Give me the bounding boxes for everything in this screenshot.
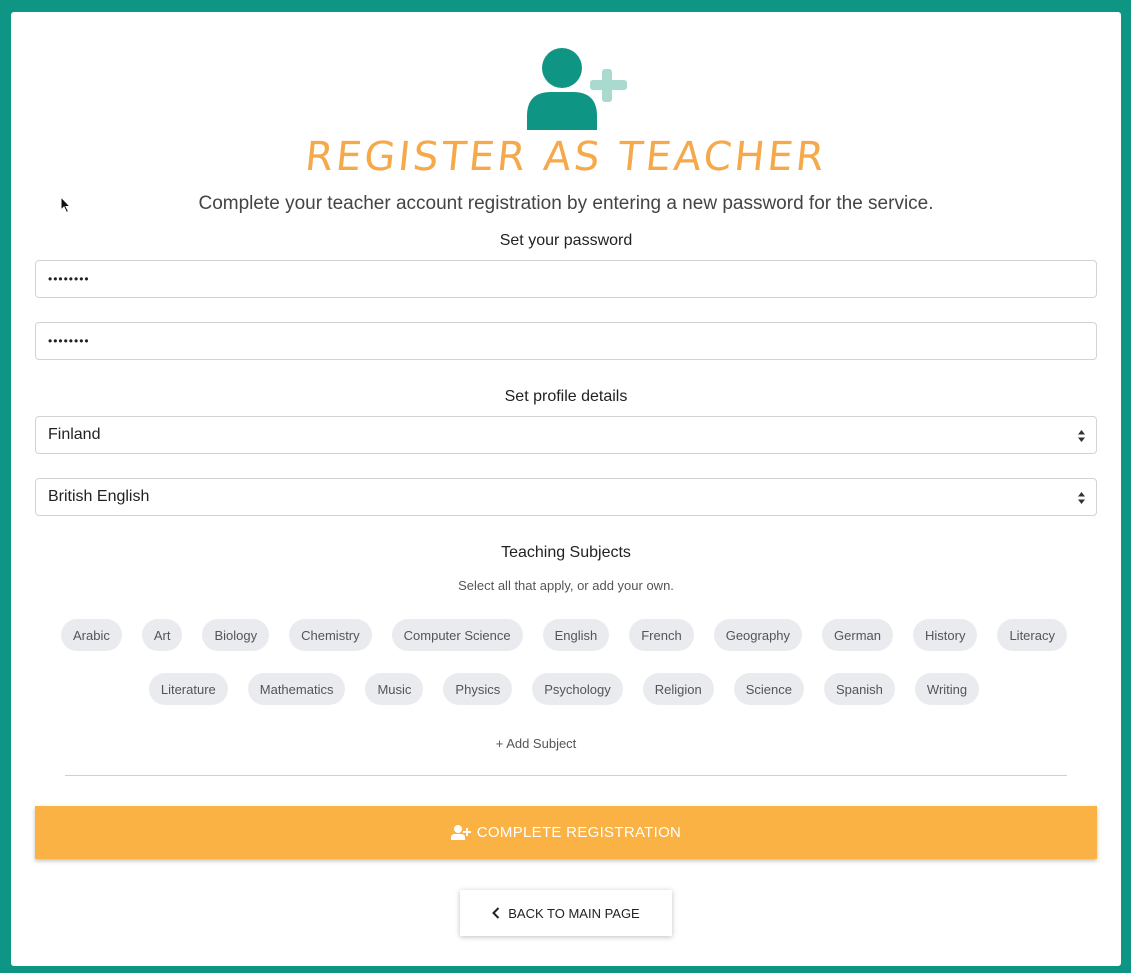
subject-chip[interactable]: Biology bbox=[202, 619, 270, 651]
subject-chip-row-2: Literature Mathematics Music Physics Psy… bbox=[7, 673, 1121, 705]
add-subject-button[interactable]: + Add Subject bbox=[11, 736, 1061, 751]
back-to-main-page-button[interactable]: BACK TO MAIN PAGE bbox=[460, 890, 672, 936]
confirm-password-field[interactable]: •••••••• bbox=[35, 322, 1097, 360]
confirm-password-field-value: •••••••• bbox=[48, 334, 90, 348]
subject-chip[interactable]: Music bbox=[365, 673, 424, 705]
subject-chip[interactable]: Geography bbox=[713, 619, 803, 651]
subject-chip[interactable]: Science bbox=[733, 673, 804, 705]
subject-chip[interactable]: Arabic bbox=[61, 619, 122, 651]
password-field[interactable]: •••••••• bbox=[35, 260, 1097, 298]
chevron-left-icon bbox=[492, 907, 500, 919]
subject-chip[interactable]: Writing bbox=[914, 673, 980, 705]
country-select-value: Finland bbox=[48, 426, 101, 443]
registration-card: REGISTER AS TEACHER Complete your teache… bbox=[11, 12, 1121, 966]
subject-chip[interactable]: German bbox=[822, 619, 893, 651]
sort-caret-icon bbox=[1078, 430, 1085, 442]
profile-section-label: Set profile details bbox=[504, 388, 628, 405]
page-subtitle: Complete your teacher account registrati… bbox=[198, 193, 934, 214]
password-field-value: •••••••• bbox=[48, 272, 90, 286]
subject-chip[interactable]: Art bbox=[141, 619, 183, 651]
user-plus-icon bbox=[450, 825, 471, 840]
user-plus-icon bbox=[527, 48, 627, 130]
language-select[interactable]: British English bbox=[35, 478, 1097, 516]
subject-chip[interactable]: Literacy bbox=[997, 619, 1067, 651]
language-select-value: British English bbox=[48, 488, 150, 505]
subject-chip[interactable]: Mathematics bbox=[247, 673, 346, 705]
subject-chip[interactable]: Literature bbox=[148, 673, 228, 705]
subject-chip[interactable]: Religion bbox=[642, 673, 714, 705]
back-to-main-page-label: BACK TO MAIN PAGE bbox=[508, 905, 640, 921]
subject-chip[interactable]: French bbox=[629, 619, 694, 651]
subject-chip-row-1: Arabic Art Biology Chemistry Computer Sc… bbox=[7, 619, 1121, 651]
subject-chip[interactable]: History bbox=[913, 619, 978, 651]
subject-chip[interactable]: English bbox=[542, 619, 610, 651]
complete-registration-button[interactable]: COMPLETE REGISTRATION bbox=[35, 806, 1097, 859]
sort-caret-icon bbox=[1078, 492, 1085, 504]
subject-chip[interactable]: Spanish bbox=[823, 673, 895, 705]
subject-chip[interactable]: Computer Science bbox=[391, 619, 523, 651]
section-divider bbox=[65, 775, 1067, 776]
subjects-section-label: Teaching Subjects bbox=[501, 544, 631, 561]
password-section-label: Set your password bbox=[499, 232, 633, 249]
complete-registration-label: COMPLETE REGISTRATION bbox=[476, 824, 682, 841]
subjects-hint: Select all that apply, or add your own. bbox=[458, 578, 674, 593]
page-title: REGISTER AS TEACHER bbox=[302, 134, 830, 180]
country-select[interactable]: Finland bbox=[35, 416, 1097, 454]
subject-chip[interactable]: Physics bbox=[443, 673, 513, 705]
subject-chip[interactable]: Chemistry bbox=[289, 619, 372, 651]
subject-chip[interactable]: Psychology bbox=[532, 673, 623, 705]
